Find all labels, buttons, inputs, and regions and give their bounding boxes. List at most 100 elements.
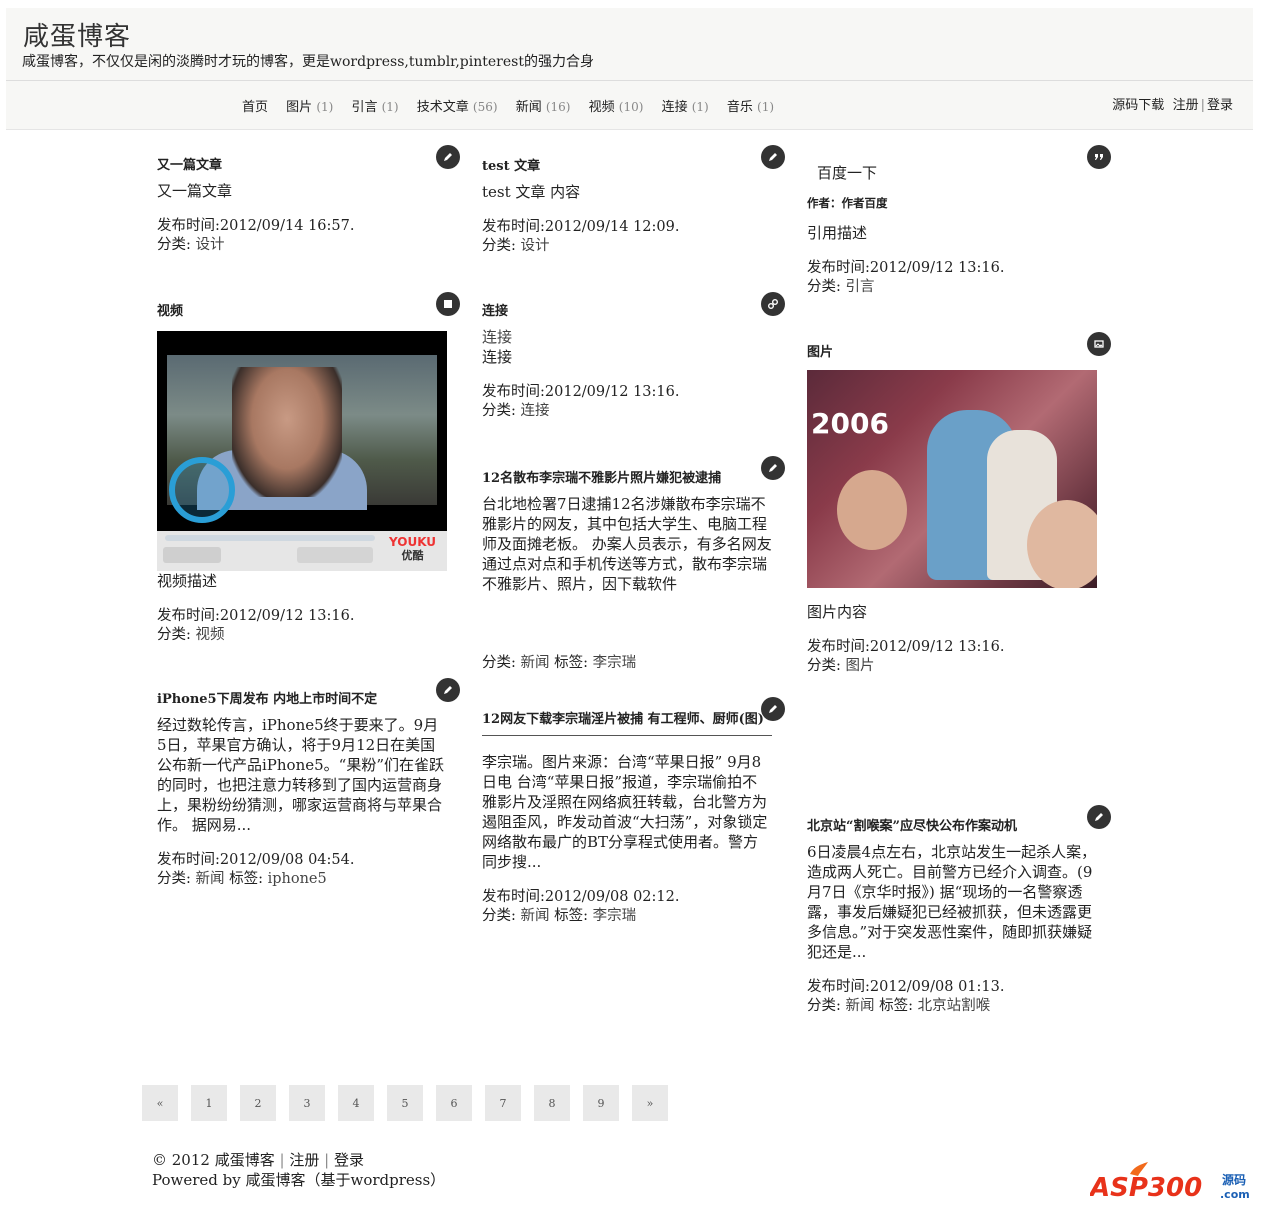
post-link[interactable]: 连接 bbox=[482, 327, 772, 347]
post-card: 图片 2006 图片内容 发布时间:2012/09/12 13:16. 分类: … bbox=[807, 344, 1097, 676]
footer-login-link[interactable]: 登录 bbox=[334, 1151, 364, 1169]
pager-prev[interactable]: « bbox=[142, 1085, 178, 1121]
pager-page[interactable]: 8 bbox=[534, 1085, 570, 1121]
post-title[interactable]: 图片 bbox=[807, 344, 1097, 362]
post-title[interactable]: 12名散布李宗瑞不雅影片照片嫌犯被逮捕 bbox=[482, 470, 772, 488]
post-date: 2012/09/08 02:12. bbox=[544, 889, 680, 905]
category-label: 分类: bbox=[157, 237, 191, 253]
post-title[interactable]: iPhone5下周发布 内地上市时间不定 bbox=[157, 691, 447, 709]
category-link[interactable]: 设计 bbox=[521, 238, 550, 254]
tag-link[interactable]: 北京站割喉 bbox=[918, 998, 991, 1014]
category-label: 分类: bbox=[482, 655, 516, 671]
link-icon[interactable] bbox=[761, 292, 785, 316]
post-photo[interactable]: 2006 bbox=[807, 370, 1097, 588]
category-label: 分类: bbox=[807, 998, 841, 1014]
post-title[interactable]: 视频 bbox=[157, 303, 447, 321]
category-link[interactable]: 连接 bbox=[521, 403, 550, 419]
footer-register-link[interactable]: 注册 bbox=[289, 1151, 319, 1169]
published-label: 发布时间: bbox=[157, 608, 220, 624]
post-title[interactable]: test 文章 bbox=[482, 158, 772, 176]
nav-item-video[interactable]: 视频 (10) bbox=[589, 100, 644, 115]
pencil-icon[interactable] bbox=[761, 456, 785, 480]
pager-page[interactable]: 7 bbox=[485, 1085, 521, 1121]
post-date: 2012/09/08 04:54. bbox=[219, 852, 355, 868]
published-label: 发布时间: bbox=[482, 219, 545, 235]
video-progress-bar[interactable] bbox=[165, 535, 375, 541]
nav-item-label: 技术文章 bbox=[416, 100, 469, 115]
login-link[interactable]: 登录 bbox=[1207, 98, 1233, 113]
pager-page[interactable]: 9 bbox=[583, 1085, 619, 1121]
user-nav: 源码下载 注册 | 登录 bbox=[1112, 94, 1233, 113]
youku-brand: YOUKU bbox=[389, 535, 437, 549]
pencil-icon[interactable] bbox=[761, 145, 785, 169]
category-link[interactable]: 引言 bbox=[846, 279, 875, 295]
site-footer: © 2012 咸蛋博客 | 注册 | 登录 Powered by 咸蛋博客（基于… bbox=[152, 1150, 445, 1190]
photo-face bbox=[837, 470, 907, 550]
category-link[interactable]: 新闻 bbox=[196, 871, 225, 887]
tag-link[interactable]: 李宗瑞 bbox=[593, 908, 637, 924]
register-link[interactable]: 注册 bbox=[1173, 98, 1199, 113]
post-body: 台北地检署7日逮捕12名涉嫌散布李宗瑞不雅影片的网友，其中包括大学生、电脑工程师… bbox=[482, 495, 772, 593]
pager-page[interactable]: 6 bbox=[436, 1085, 472, 1121]
post-title[interactable]: 12网友下载李宗瑞淫片被捕 有工程师、厨师(图) bbox=[482, 711, 772, 729]
post-meta: 发布时间:2012/09/08 01:13. 分类: 新闻 标签: 北京站割喉 bbox=[807, 978, 1097, 1016]
nav-item-count: (16) bbox=[545, 100, 571, 114]
post-card: 百度一下 作者：作者百度 引用描述 发布时间:2012/09/12 13:16.… bbox=[807, 163, 1097, 297]
category-link[interactable]: 新闻 bbox=[521, 655, 550, 671]
nav-item-images[interactable]: 图片 (1) bbox=[286, 100, 333, 115]
header-divider bbox=[6, 80, 1253, 81]
tag-link[interactable]: 李宗瑞 bbox=[593, 655, 637, 671]
separator: | bbox=[279, 1151, 285, 1169]
post-date: 2012/09/12 13:16. bbox=[869, 260, 1005, 276]
pencil-icon[interactable] bbox=[436, 145, 460, 169]
nav-item-label: 图片 bbox=[286, 100, 313, 115]
post-title[interactable]: 北京站“割喉案”应尽快公布作案动机 bbox=[807, 818, 1097, 836]
published-label: 发布时间: bbox=[807, 260, 870, 276]
post-card: 又一篇文章 又一篇文章 发布时间:2012/09/14 16:57. 分类: 设… bbox=[157, 157, 447, 255]
nav-item-count: (1) bbox=[381, 100, 399, 114]
published-label: 发布时间: bbox=[482, 889, 545, 905]
pencil-icon[interactable] bbox=[761, 697, 785, 721]
pencil-icon[interactable] bbox=[1087, 805, 1111, 829]
post-body: 图片内容 bbox=[807, 603, 868, 621]
play-button[interactable] bbox=[169, 457, 235, 523]
nav-item-quotes[interactable]: 引言 (1) bbox=[351, 100, 398, 115]
category-label: 分类: bbox=[482, 908, 516, 924]
post-body: 视频描述 bbox=[157, 572, 218, 590]
video-icon[interactable] bbox=[436, 292, 460, 316]
post-title[interactable]: 连接 bbox=[482, 303, 772, 321]
published-label: 发布时间: bbox=[157, 852, 220, 868]
nav-item-news[interactable]: 新闻 (16) bbox=[516, 100, 571, 115]
category-link[interactable]: 图片 bbox=[846, 658, 875, 674]
tag-link[interactable]: iphone5 bbox=[268, 871, 327, 887]
category-link[interactable]: 设计 bbox=[196, 237, 225, 253]
category-link[interactable]: 新闻 bbox=[846, 998, 875, 1014]
download-link[interactable]: 源码下载 bbox=[1112, 98, 1164, 113]
pager-next[interactable]: » bbox=[632, 1085, 668, 1121]
pager-page[interactable]: 4 bbox=[338, 1085, 374, 1121]
site-description: 咸蛋博客，不仅仅是闲的淡腾时才玩的博客，更是wordpress,tumblr,p… bbox=[22, 54, 594, 70]
watermark-logo: ASP300 源码 .com bbox=[1088, 1160, 1255, 1203]
nav-item-home[interactable]: 首页 bbox=[242, 100, 268, 115]
tags-label: 标签: bbox=[229, 871, 263, 887]
image-icon[interactable] bbox=[1087, 332, 1111, 356]
nav-item-count: (56) bbox=[472, 100, 498, 114]
quote-icon[interactable] bbox=[1087, 145, 1111, 169]
category-link[interactable]: 新闻 bbox=[521, 908, 550, 924]
pager-page[interactable]: 3 bbox=[289, 1085, 325, 1121]
pager-page[interactable]: 1 bbox=[191, 1085, 227, 1121]
pager-page[interactable]: 2 bbox=[240, 1085, 276, 1121]
separator: | bbox=[1200, 98, 1205, 113]
nav-item-tech[interactable]: 技术文章 (56) bbox=[417, 100, 498, 115]
nav-item-links[interactable]: 连接 (1) bbox=[662, 100, 709, 115]
category-label: 分类: bbox=[157, 627, 191, 643]
nav-item-music[interactable]: 音乐 (1) bbox=[727, 100, 774, 115]
category-link[interactable]: 视频 bbox=[196, 627, 225, 643]
pager-page[interactable]: 5 bbox=[387, 1085, 423, 1121]
video-player[interactable]: YOUKU 优酷 bbox=[157, 331, 447, 571]
pencil-icon[interactable] bbox=[436, 678, 460, 702]
pause-button[interactable] bbox=[163, 547, 221, 563]
post-title[interactable]: 又一篇文章 bbox=[157, 157, 447, 175]
site-title[interactable]: 咸蛋博客 bbox=[23, 16, 131, 53]
volume-slider[interactable] bbox=[297, 547, 373, 563]
